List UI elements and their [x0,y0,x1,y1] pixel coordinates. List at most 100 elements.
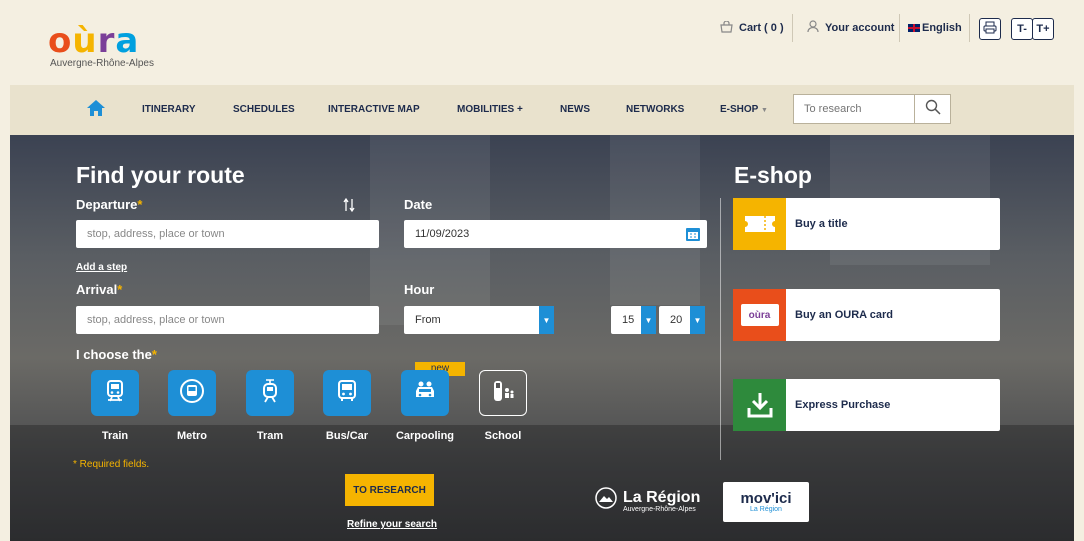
nav-schedules[interactable]: SCHEDULES [233,104,295,115]
nav-interactive-map[interactable]: INTERACTIVE MAP [328,104,420,115]
mode-train-label: Train [101,430,129,442]
printer-icon [983,21,997,37]
swap-icon[interactable] [343,197,355,218]
buy-oura-card[interactable]: oùra Buy an OURA card [733,289,1000,341]
account-label: Your account [825,22,895,34]
logo-letter: ù [72,21,98,61]
cart-icon [720,19,733,36]
vertical-divider [720,198,721,460]
chevron-down-icon: ▼ [641,306,656,334]
movici-logo[interactable]: mov'ici La Région [723,482,809,522]
region-mountain-icon [595,487,617,514]
oura-card-icon: oùra [733,289,786,341]
nav-mobilities[interactable]: MOBILITIES + [457,104,523,115]
buy-title-card[interactable]: Buy a title [733,198,1000,250]
add-step-link[interactable]: Add a step [76,262,127,273]
refine-search-link[interactable]: Refine your search [347,519,437,530]
top-header: o ù r a Auvergne-Rhône-Alpes Cart ( 0 ) … [10,0,1074,85]
download-icon [733,379,786,431]
logo-letter: o [48,21,73,61]
logo-tagline: Auvergne-Rhône-Alpes [50,58,154,69]
arrival-input[interactable]: stop, address, place or town [76,306,379,334]
departure-label: Departure* [76,197,142,212]
arrival-label-text: Arrival [76,282,118,297]
express-purchase-card[interactable]: Express Purchase [733,379,1000,431]
mode-carpooling-button[interactable] [401,370,449,416]
logo-letter: r [97,21,116,61]
choose-label: I choose the* [76,347,157,362]
mode-metro-button[interactable] [168,370,216,416]
text-smaller-button[interactable]: T- [1011,18,1033,40]
language-label: English [922,22,962,34]
school-icon [490,378,516,409]
user-icon [807,20,819,36]
oura-mini-logo: oùra [740,304,779,326]
search-icon [925,99,941,120]
logo-letter: a [115,21,140,61]
carpooling-icon [412,380,438,407]
region-sub: Auvergne-Rhône-Alpes [623,505,696,513]
buy-oura-card-label: Buy an OURA card [795,309,894,321]
chevron-down-icon: ▼ [539,306,554,334]
date-input[interactable]: 11/09/2023 [404,220,707,248]
mode-tram-button[interactable] [246,370,294,416]
date-value: 11/09/2023 [415,228,470,240]
hour-value: 15 [622,314,635,326]
hour-mode-value: From [415,314,441,326]
region-name: La Région [623,488,701,506]
chevron-down-icon: ▼ [690,306,705,334]
search-input[interactable] [794,95,914,123]
nav-networks[interactable]: NETWORKS [626,104,684,115]
uk-flag-icon [908,24,920,32]
tram-icon [260,378,280,409]
required-star: * [137,197,143,212]
account-link[interactable]: Your account [807,16,894,40]
search-button[interactable] [914,95,950,123]
minute-value: 20 [670,314,683,326]
logo-wordmark: o ù r a [48,22,188,60]
mode-bus-label: Bus/Car [325,430,369,442]
nav-itinerary[interactable]: ITINERARY [142,104,196,115]
train-icon [104,379,126,408]
language-selector[interactable]: English [908,16,962,40]
calendar-icon[interactable] [685,226,701,245]
hour-mode-select[interactable]: From ▼ [404,306,554,334]
express-purchase-label: Express Purchase [795,399,891,411]
movici-sub: La Région [750,506,782,513]
divider [899,14,900,42]
nav-news[interactable]: NEWS [560,104,590,115]
search-box [793,94,951,124]
eshop-title: E-shop [734,162,812,188]
hour-label: Hour [404,282,435,297]
mode-bus-button[interactable] [323,370,371,416]
mode-train-button[interactable] [91,370,139,416]
arrival-label: Arrival* [76,282,122,297]
mode-school-button[interactable] [479,370,527,416]
required-star: * [117,282,123,297]
mode-tram-label: Tram [256,430,284,442]
background-photo [10,425,1074,541]
nav-eshop[interactable]: E-SHOP ▼ [720,104,768,115]
buy-title-label: Buy a title [795,218,848,230]
hour-select[interactable]: 15 ▼ [611,306,656,334]
departure-label-text: Departure [76,197,138,212]
cart-link[interactable]: Cart ( 0 ) [720,16,784,40]
research-button[interactable]: TO RESEARCH [345,474,434,506]
region-text: La Région Auvergne-Rhône-Alpes [623,489,700,513]
mode-metro-label: Metro [177,430,207,442]
departure-input[interactable]: stop, address, place or town [76,220,379,248]
nav-eshop-label: E-SHOP [720,104,759,115]
main-navbar: ITINERARY SCHEDULES INTERACTIVE MAP MOBI… [10,85,1074,135]
required-note: * Required fields. [73,459,150,470]
ticket-icon [733,198,786,250]
minute-select[interactable]: 20 ▼ [659,306,705,334]
text-larger-button[interactable]: T+ [1032,18,1054,40]
la-region-logo[interactable]: La Région Auvergne-Rhône-Alpes [595,487,700,514]
divider [969,14,970,42]
movici-name: mov'ici [740,490,792,507]
cart-label: Cart ( 0 ) [739,22,784,34]
home-icon[interactable] [86,99,106,119]
oura-logo[interactable]: o ù r a Auvergne-Rhône-Alpes [48,22,188,77]
print-button[interactable] [979,18,1001,40]
divider [792,14,793,42]
